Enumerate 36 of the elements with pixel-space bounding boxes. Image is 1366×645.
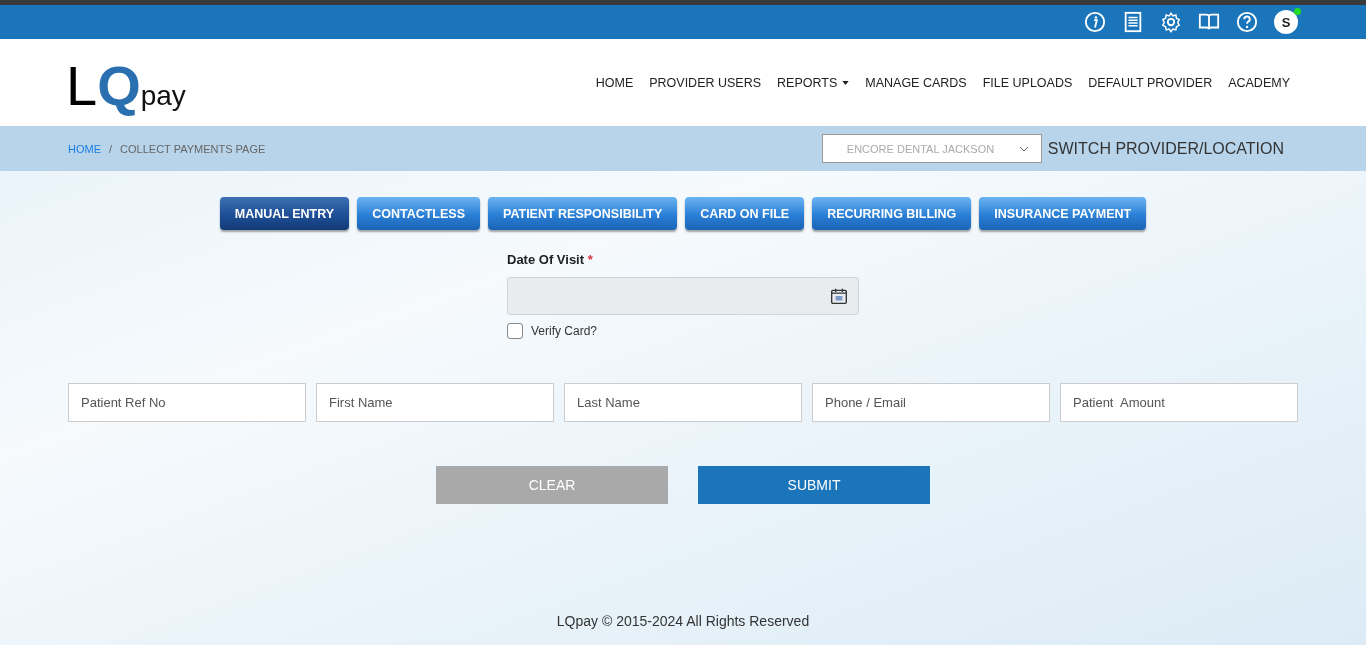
payment-tab[interactable]: CONTACTLESS bbox=[357, 197, 480, 230]
payment-tab[interactable]: PATIENT RESPONSIBILITY bbox=[488, 197, 678, 230]
info-icon[interactable] bbox=[1084, 11, 1106, 33]
settings-icon[interactable] bbox=[1160, 11, 1182, 33]
user-avatar[interactable]: S bbox=[1274, 10, 1298, 34]
text-input-field[interactable]: Patient Amount bbox=[1060, 383, 1298, 422]
date-input-field[interactable] bbox=[507, 277, 859, 315]
switch-provider-label: SWITCH PROVIDER/LOCATION bbox=[1047, 139, 1284, 158]
nav-link[interactable]: DEFAULT PROVIDER bbox=[1088, 75, 1213, 90]
nav-link[interactable]: MANAGE CARDS bbox=[865, 75, 967, 90]
nav-link[interactable]: HOME bbox=[595, 75, 634, 90]
verify-card-label: Verify Card? bbox=[531, 324, 598, 338]
text-input-field[interactable]: Patient Ref No bbox=[68, 383, 306, 422]
breadcrumb-separator: / bbox=[109, 142, 113, 155]
help-icon[interactable] bbox=[1236, 11, 1258, 33]
document-list-icon[interactable] bbox=[1122, 11, 1144, 33]
payment-tab[interactable]: INSURANCE PAYMENT bbox=[979, 197, 1147, 230]
logo[interactable]: LQpay bbox=[66, 51, 186, 120]
text-input-field[interactable]: First Name bbox=[316, 383, 554, 422]
chevron-down-icon bbox=[1018, 145, 1029, 152]
caret-icon bbox=[842, 80, 850, 85]
payment-tab[interactable]: MANUAL ENTRY bbox=[219, 197, 350, 230]
breadcrumb-current: COLLECT PAYMENTS PAGE bbox=[120, 142, 266, 155]
footer-copyright: LQpay © 2015-2024 All Rights Reserved bbox=[556, 613, 810, 629]
text-input-field[interactable]: Last Name bbox=[564, 383, 802, 422]
submit-button[interactable]: SUBMIT bbox=[698, 466, 930, 504]
payment-tab[interactable]: RECURRING BILLING bbox=[812, 197, 972, 230]
date-of-visit-label: Date Of Visit * bbox=[507, 252, 594, 267]
text-input-field[interactable]: Phone / Email bbox=[812, 383, 1050, 422]
nav-link[interactable]: FILE UPLOADS bbox=[982, 75, 1073, 90]
calendar-icon[interactable] bbox=[830, 287, 848, 305]
payment-tab[interactable]: CARD ON FILE bbox=[685, 197, 805, 230]
nav-link[interactable]: REPORTS bbox=[777, 75, 850, 90]
nav-link[interactable]: ACADEMY bbox=[1228, 75, 1290, 90]
verify-card-checkbox[interactable] bbox=[507, 323, 523, 339]
nav-link[interactable]: PROVIDER USERS bbox=[649, 75, 762, 90]
